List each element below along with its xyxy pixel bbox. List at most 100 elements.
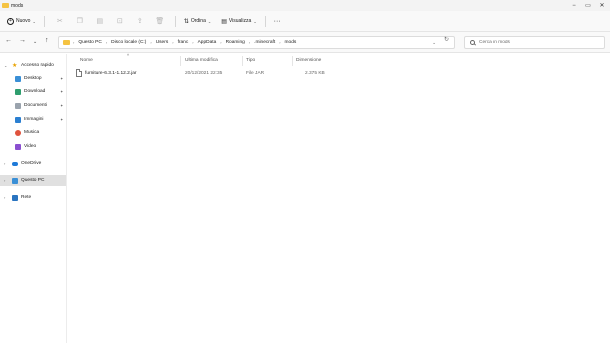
sidebar-item-pictures[interactable]: Immagini ✦ (0, 114, 66, 125)
column-header-type[interactable]: Tipo (246, 58, 255, 63)
chevron-down-icon: ⌄ (253, 18, 257, 24)
window-title: mods (11, 2, 24, 9)
command-bar: + Nuovo ⌄ ✂ ❐ ▤ ⊡ ⇪ 🗑 ⇅ Ordina ⌄ ▤ Visua… (0, 11, 610, 32)
column-header-size[interactable]: Dimensione (296, 58, 321, 63)
pin-icon: ✦ (60, 117, 64, 122)
close-button[interactable]: ✕ (595, 0, 609, 11)
file-list: ^ Nome Ultima modifica Tipo Dimensione f… (68, 53, 610, 343)
sort-ascending-icon: ^ (127, 53, 130, 58)
chevron-right-icon[interactable]: › (4, 178, 5, 183)
sidebar-item-label: Rete (21, 195, 32, 200)
new-label: Nuovo (16, 18, 31, 24)
sidebar-item-desktop[interactable]: Desktop ✦ (0, 73, 66, 84)
documents-icon (15, 102, 21, 109)
chevron-right-icon[interactable]: › (4, 161, 5, 166)
file-name[interactable]: furniture-6.3.1-1.12.2.jar (85, 71, 136, 76)
breadcrumb-separator: › (150, 40, 152, 45)
sidebar-item-download[interactable]: Download ✦ (0, 86, 66, 97)
chevron-down-icon: ⌄ (32, 18, 36, 24)
breadcrumb-item[interactable]: Roaming (226, 40, 245, 45)
recent-chevron-icon[interactable]: ⌄ (33, 39, 37, 45)
sidebar-item-label: Documenti (24, 103, 47, 108)
toolbar-separator (43, 15, 45, 27)
search-box[interactable] (464, 36, 605, 49)
breadcrumb-item[interactable]: franc (178, 40, 189, 45)
breadcrumb-separator: › (172, 40, 174, 45)
sidebar-item-label: Video (24, 144, 37, 149)
table-row[interactable]: furniture-6.3.1-1.12.2.jar 20/12/2021 22… (73, 68, 333, 79)
paste-icon[interactable]: ▤ (95, 16, 105, 26)
computer-icon (12, 177, 18, 184)
sidebar-item-quick-access[interactable]: ⌄ ★ Accesso rapido (0, 60, 66, 71)
chevron-right-icon[interactable]: › (4, 195, 5, 200)
file-modified: 20/12/2021 22:35 (185, 71, 223, 76)
refresh-icon[interactable]: ↻ (444, 36, 449, 43)
star-icon: ★ (12, 62, 18, 69)
sidebar-item-label: Desktop (24, 76, 42, 81)
sort-button[interactable]: ⇅ Ordina ⌄ (181, 14, 214, 28)
minimize-button[interactable]: − (567, 0, 581, 11)
delete-icon[interactable]: 🗑 (155, 16, 165, 26)
navigation-pane: ⌄ ★ Accesso rapido Desktop ✦ Download ✦ … (0, 54, 67, 343)
sidebar-item-network[interactable]: › Rete (0, 192, 66, 203)
folder-icon (63, 40, 70, 45)
more-icon: ··· (273, 17, 281, 25)
pin-icon: ✦ (60, 76, 64, 81)
breadcrumb-item[interactable]: mods (285, 40, 297, 45)
title-bar: mods − ▭ ✕ (0, 0, 610, 11)
folder-icon (2, 3, 9, 8)
sidebar-item-this-pc[interactable]: › Questo PC (0, 175, 66, 186)
maximize-button[interactable]: ▭ (581, 0, 595, 11)
sidebar-item-music[interactable]: Musica (0, 127, 66, 138)
copy-icon[interactable]: ❐ (75, 16, 85, 26)
breadcrumb-item[interactable]: AppData (198, 40, 217, 45)
file-size: 2.375 KB (305, 71, 325, 76)
address-dropdown-chevron-icon[interactable]: ⌄ (432, 40, 436, 46)
breadcrumb-separator: › (192, 40, 194, 45)
breadcrumb-item[interactable]: Disco locale (C:) (111, 40, 146, 45)
desktop-icon (15, 75, 21, 82)
chevron-down-icon[interactable]: ⌄ (4, 63, 7, 68)
plus-icon: + (7, 17, 14, 25)
sidebar-item-documents[interactable]: Documenti ✦ (0, 100, 66, 111)
video-icon (15, 143, 21, 150)
share-icon[interactable]: ⇪ (135, 16, 145, 26)
sidebar-item-label: Download (24, 89, 46, 94)
breadcrumb-separator: › (279, 40, 281, 45)
new-button[interactable]: + Nuovo ⌄ (4, 14, 39, 28)
toolbar-separator (264, 15, 266, 27)
forward-arrow-icon[interactable]: → (19, 37, 26, 44)
view-button[interactable]: ▤ Visualizza ⌄ (218, 14, 259, 28)
rename-icon[interactable]: ⊡ (115, 16, 125, 26)
search-icon (470, 40, 475, 45)
sidebar-item-label: OneDrive (21, 161, 42, 166)
sidebar-item-onedrive[interactable]: › OneDrive (0, 158, 66, 169)
more-options-button[interactable]: ··· (271, 14, 284, 28)
sort-label: Ordina (190, 18, 206, 24)
breadcrumb-separator: › (248, 40, 251, 45)
sidebar-item-label: Questo PC (21, 178, 45, 183)
breadcrumb-separator: › (73, 40, 75, 45)
jar-file-icon (76, 69, 82, 77)
column-divider[interactable] (180, 56, 181, 66)
breadcrumb-item[interactable]: Users (156, 40, 169, 45)
breadcrumb-separator: › (220, 40, 222, 45)
column-divider[interactable] (292, 56, 293, 66)
music-icon (15, 129, 21, 136)
sidebar-item-label: Accesso rapido (21, 63, 54, 68)
back-arrow-icon[interactable]: ← (5, 37, 12, 44)
column-header-modified[interactable]: Ultima modifica (185, 58, 218, 63)
search-input[interactable] (479, 40, 599, 45)
breadcrumb-item[interactable]: Questo PC (78, 40, 101, 45)
cut-icon[interactable]: ✂ (55, 16, 65, 26)
column-divider[interactable] (242, 56, 243, 66)
pictures-icon (15, 116, 21, 123)
sidebar-item-label: Musica (24, 130, 40, 135)
breadcrumb-item[interactable]: .minecraft (254, 40, 275, 45)
sidebar-item-video[interactable]: Video (0, 141, 66, 152)
toolbar-separator (174, 15, 176, 27)
column-header-name[interactable]: Nome (80, 58, 93, 63)
address-bar[interactable]: › Questo PC › Disco locale (C:) › Users … (58, 36, 455, 49)
up-arrow-icon[interactable]: ↑ (45, 37, 49, 44)
sort-icon: ⇅ (183, 18, 189, 25)
